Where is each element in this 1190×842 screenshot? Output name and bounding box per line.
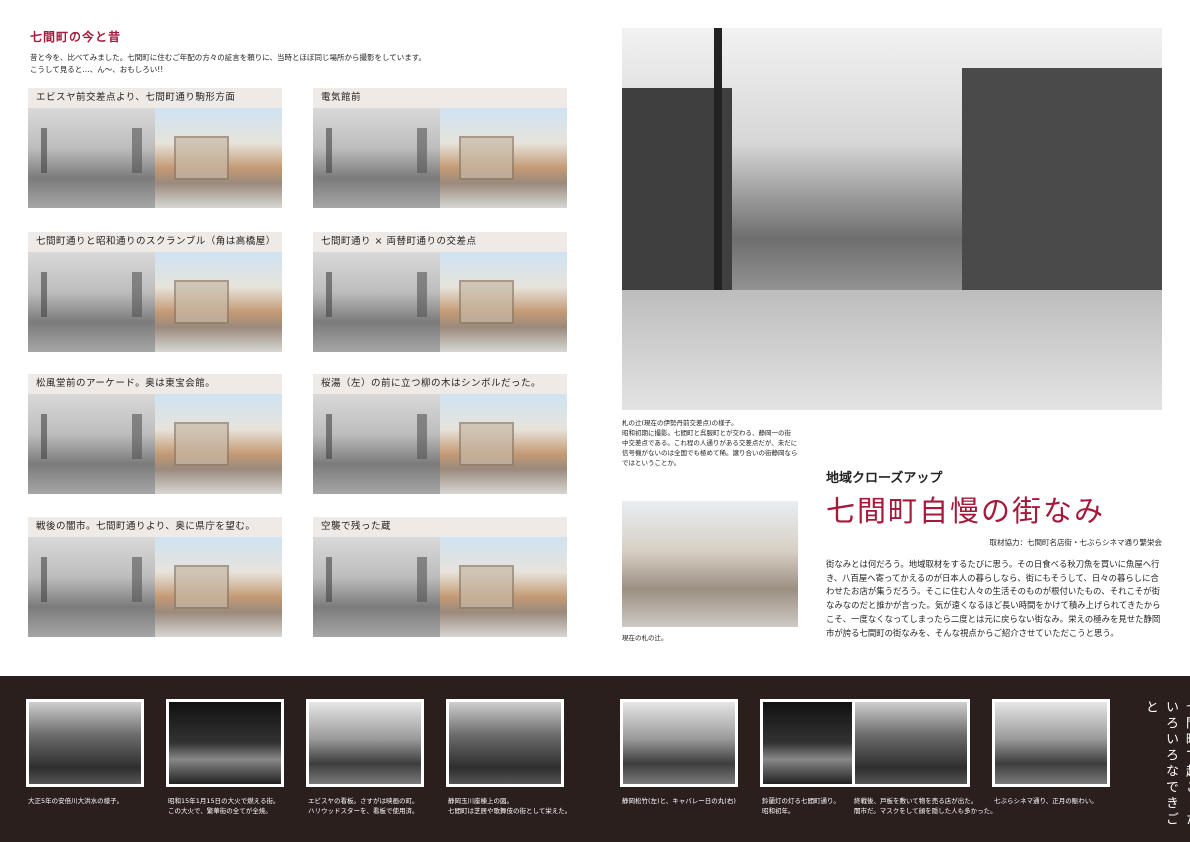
current-photo-caption: 現在の札の辻。: [622, 634, 668, 642]
event-photo: [306, 699, 424, 787]
historic-photo-caption: 札の辻(現在の伊勢丹前交差点)の様子。 昭和初期に撮影。七間町と呉服町とが交わる…: [622, 419, 798, 467]
card-caption: 七間町通りと昭和通りのスクランブル（角は高橋屋）: [28, 232, 282, 252]
card-caption: 七間町通り × 両替町通りの交差点: [313, 232, 567, 252]
card-caption: 戦後の闇市。七間町通りより、奥に県庁を望む。: [28, 517, 282, 537]
old-photo: [28, 252, 155, 352]
event-caption: 七ぶらシネマ通り、正月の賑わい。: [994, 797, 1098, 805]
event-caption: 大正5年の安倍川大洪水の様子。: [28, 797, 124, 805]
event-caption: 鈴蘭灯の灯る七間町通り。 昭和初年。: [762, 797, 840, 815]
card-caption: 空襲で残った蔵: [313, 517, 567, 537]
old-photo: [313, 537, 440, 637]
new-photo: [155, 394, 282, 494]
comparison-card: 桜湯（左）の前に立つ柳の木はシンボルだった。: [313, 374, 567, 500]
credit-line: 取材協力：七間町名店街・七ぶらシネマ通り繁栄会: [989, 538, 1163, 547]
event-caption: エビスヤの看板。さすがは映画の町。 ハリウッドスターを、看板で使用済。: [308, 797, 419, 815]
comparison-card: 七間町通り × 両替町通りの交差点: [313, 232, 567, 358]
comparison-card: 七間町通りと昭和通りのスクランブル（角は高橋屋）: [28, 232, 282, 358]
event-caption: 静岡松竹(左)と、キャバレー日の丸(右): [622, 797, 736, 805]
event-photo: [26, 699, 144, 787]
old-photo: [313, 108, 440, 208]
band-vertical-title: 七間町で起こった いろいろなできごと: [1143, 700, 1190, 828]
intro-text: 昔と今を、比べてみました。七間町に住むご年配の方々の証言を頼りに、当時とほぼ同じ…: [30, 52, 570, 76]
event-photo: [166, 699, 284, 787]
event-caption: 静岡玉川座棟上の図。 七間町は芝居や歌舞伎の街として栄えた。: [448, 797, 572, 815]
historic-street-photo: [622, 28, 1162, 410]
old-photo: [28, 108, 155, 208]
old-photo: [313, 252, 440, 352]
old-photo: [28, 394, 155, 494]
current-street-photo: [622, 501, 798, 627]
card-caption: 電気館前: [313, 88, 567, 108]
new-photo: [155, 537, 282, 637]
magazine-spread: 七間町の今と昔 昔と今を、比べてみました。七間町に住むご年配の方々の証言を頼りに…: [0, 0, 1190, 842]
event-photo: [620, 699, 738, 787]
new-photo: [440, 252, 567, 352]
event-photo: [446, 699, 564, 787]
comparison-card: 空襲で残った蔵: [313, 517, 567, 643]
new-photo: [440, 394, 567, 494]
main-title: 七間町自慢の街なみ: [826, 494, 1106, 528]
new-photo: [440, 108, 567, 208]
event-caption: 終戦後、戸板を敷いて物を売る店が出た。 闇市だ。マスクをして顔を隠した人も多かっ…: [854, 797, 997, 815]
section-title: 七間町の今と昔: [30, 30, 122, 44]
comparison-card: 戦後の闇市。七間町通りより、奥に県庁を望む。: [28, 517, 282, 643]
closeup-label: 地域クローズアップ: [826, 471, 943, 486]
event-caption: 昭和15年1月15日の大火で燃える街。 この大火で、繁華街の全てが全焼。: [168, 797, 280, 815]
intro-line: こうして見ると…、ん〜、おもしろい!!: [30, 65, 164, 74]
card-caption: 桜湯（左）の前に立つ柳の木はシンボルだった。: [313, 374, 567, 394]
card-caption: エビスヤ前交差点より、七間町通り駒形方面: [28, 88, 282, 108]
new-photo: [155, 108, 282, 208]
card-caption: 松風堂前のアーケード。奥は東宝会館。: [28, 374, 282, 394]
body-text: 街なみとは何だろう。地域取材をするたびに思う。その日食べる秋刀魚を買いに魚屋へ行…: [826, 559, 1161, 638]
new-photo: [440, 537, 567, 637]
comparison-card: 電気館前: [313, 88, 567, 214]
new-photo: [155, 252, 282, 352]
event-photo: [992, 699, 1110, 787]
old-photo: [313, 394, 440, 494]
comparison-card: 松風堂前のアーケード。奥は東宝会館。: [28, 374, 282, 500]
event-photo: [852, 699, 970, 787]
comparison-card: エビスヤ前交差点より、七間町通り駒形方面: [28, 88, 282, 214]
old-photo: [28, 537, 155, 637]
intro-line: 昔と今を、比べてみました。七間町に住むご年配の方々の証言を頼りに、当時とほぼ同じ…: [30, 53, 426, 62]
